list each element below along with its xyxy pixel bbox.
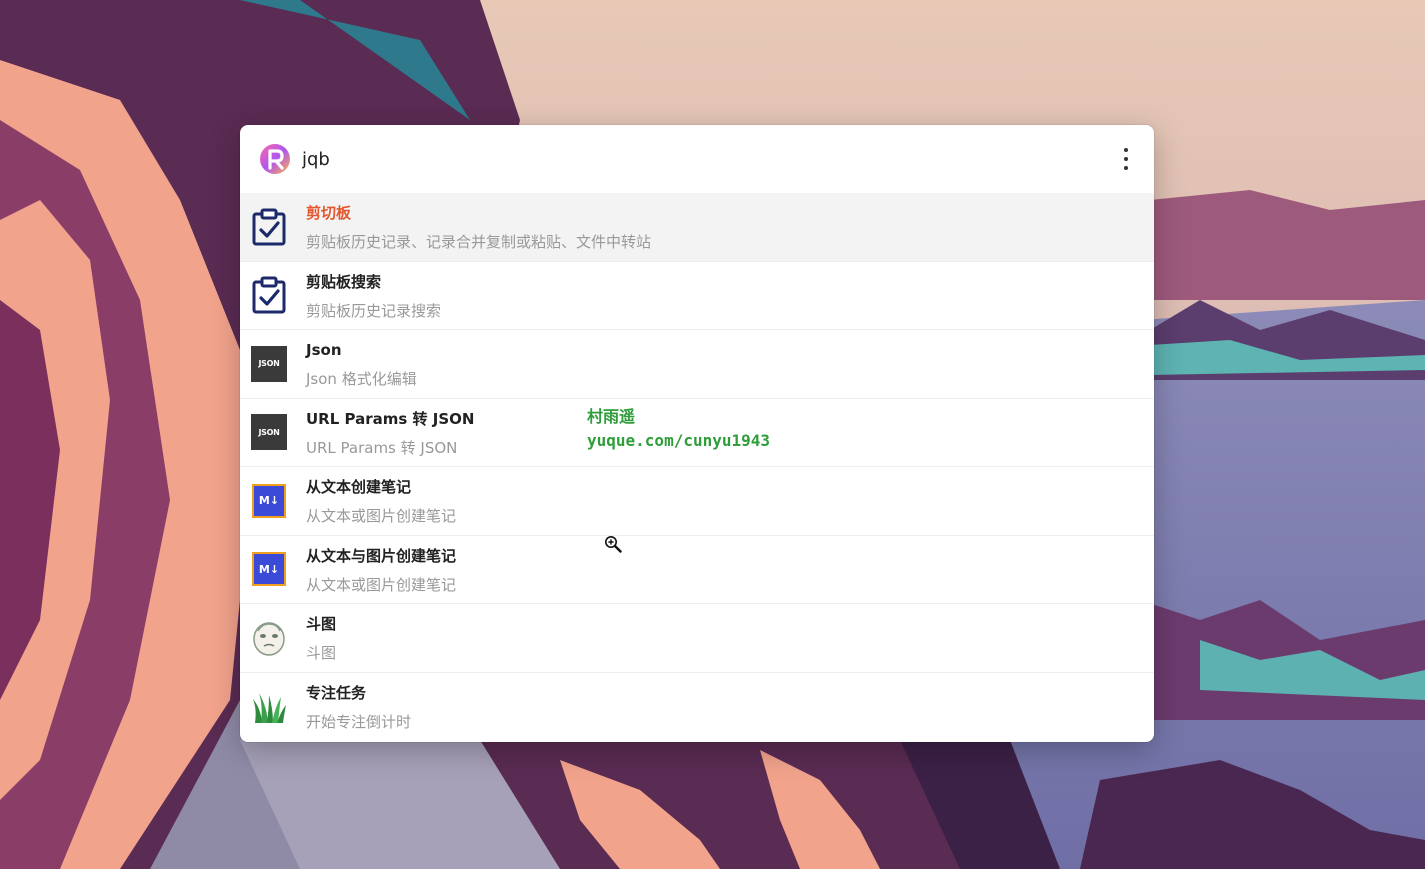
result-item-clipboard[interactable]: 剪切板 剪贴板历史记录、记录合并复制或粘贴、文件中转站: [240, 193, 1154, 262]
grass-icon: [250, 688, 288, 726]
app-logo-icon: [260, 144, 290, 174]
result-description: Json 格式化编辑: [306, 370, 417, 389]
watermark: 村雨遥 yuque.com/cunyu1943: [587, 405, 770, 453]
meme-face-icon: [250, 619, 288, 657]
result-description: URL Params 转 JSON: [306, 438, 458, 457]
markdown-badge-text: M↓: [252, 552, 286, 587]
more-menu-button[interactable]: [1114, 141, 1138, 177]
zoom-in-cursor-icon: [605, 536, 622, 553]
result-title: 剪贴板搜索: [306, 272, 382, 291]
result-title: Json: [306, 341, 342, 360]
dot-icon: [1124, 166, 1128, 170]
result-item-json[interactable]: JSON Json Json 格式化编辑: [240, 330, 1154, 399]
dot-icon: [1124, 157, 1128, 161]
json-icon: JSON: [250, 345, 288, 383]
result-item-clipboard-search[interactable]: 剪贴板搜索 剪贴板历史记录搜索: [240, 262, 1154, 330]
result-list: 剪切板 剪贴板历史记录、记录合并复制或粘贴、文件中转站 剪贴板搜索 剪贴板历史记…: [240, 193, 1154, 741]
search-bar: [240, 125, 1154, 193]
result-title: 从文本创建笔记: [306, 478, 412, 497]
result-title: 从文本与图片创建笔记: [306, 546, 457, 565]
markdown-badge-text: M↓: [252, 483, 286, 518]
watermark-line: 村雨遥: [587, 407, 636, 426]
result-title: 专注任务: [306, 684, 367, 703]
result-description: 从文本或图片创建笔记: [306, 575, 457, 594]
json-badge-text: JSON: [251, 345, 287, 382]
result-description: 剪贴板历史记录搜索: [306, 301, 442, 320]
result-item-meme[interactable]: 斗图 斗图: [240, 604, 1154, 673]
dot-icon: [1124, 148, 1128, 152]
result-title: 斗图: [306, 615, 337, 634]
result-item-note-from-text[interactable]: M↓ 从文本创建笔记 从文本或图片创建笔记: [240, 467, 1154, 536]
result-item-focus-task[interactable]: 专注任务 开始专注倒计时: [240, 673, 1154, 742]
markdown-icon: M↓: [250, 550, 288, 588]
watermark-line: yuque.com/cunyu1943: [587, 431, 771, 450]
markdown-icon: M↓: [250, 482, 288, 520]
search-input[interactable]: [302, 139, 1114, 179]
result-title: 剪切板: [306, 204, 352, 223]
result-description: 斗图: [306, 644, 337, 663]
result-description: 剪贴板历史记录、记录合并复制或粘贴、文件中转站: [306, 233, 652, 252]
result-description: 开始专注倒计时: [306, 713, 412, 732]
result-item-note-from-text-image[interactable]: M↓ 从文本与图片创建笔记 从文本或图片创建笔记: [240, 536, 1154, 604]
clipboard-check-icon: [250, 276, 288, 314]
result-description: 从文本或图片创建笔记: [306, 507, 457, 526]
clipboard-check-icon: [250, 208, 288, 246]
json-badge-text: JSON: [251, 414, 287, 451]
result-title: URL Params 转 JSON: [306, 409, 475, 428]
json-icon: JSON: [250, 413, 288, 451]
